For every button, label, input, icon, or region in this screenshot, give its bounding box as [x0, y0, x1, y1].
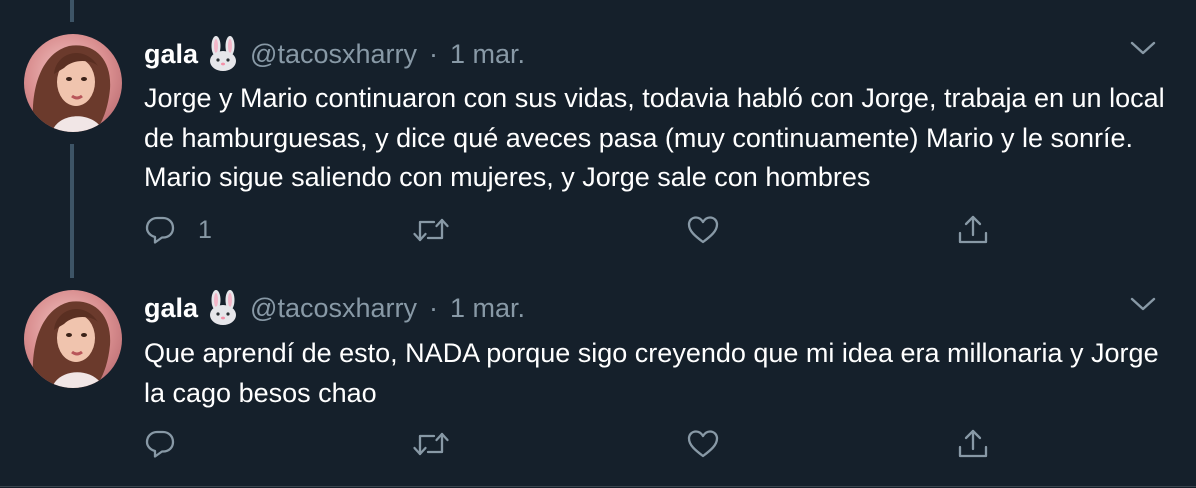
tweet-date[interactable]: 1 mar.: [450, 39, 525, 70]
share-button[interactable]: [956, 424, 990, 464]
heart-icon: [686, 214, 720, 246]
share-icon: [956, 427, 990, 461]
reply-icon: [144, 428, 176, 460]
tweet-header: gala @tacosxharry · 1 mar.: [144, 36, 525, 72]
thread-connector-line: [70, 0, 74, 22]
retweet-button[interactable]: [412, 210, 450, 250]
tweet-date[interactable]: 1 mar.: [450, 293, 525, 324]
share-button[interactable]: [956, 210, 990, 250]
chevron-down-icon[interactable]: [1128, 294, 1158, 314]
retweet-button[interactable]: [412, 424, 450, 464]
chevron-down-icon[interactable]: [1128, 38, 1158, 58]
rabbit-face-emoji-icon: [206, 36, 240, 72]
user-handle[interactable]: @tacosxharry: [250, 293, 417, 324]
user-handle[interactable]: @tacosxharry: [250, 39, 417, 70]
retweet-icon: [412, 214, 450, 246]
reply-button[interactable]: [144, 424, 198, 464]
reply-button[interactable]: 1: [144, 210, 212, 250]
avatar[interactable]: [24, 290, 122, 388]
separator-dot: ·: [429, 292, 438, 323]
share-icon: [956, 213, 990, 247]
rabbit-face-emoji-icon: [206, 290, 240, 326]
heart-icon: [686, 428, 720, 460]
like-button[interactable]: [686, 210, 720, 250]
tweet-thread: gala @tacosxharry · 1 mar. Jorge y Mario…: [0, 0, 1196, 488]
tweet-text: Que aprendí de esto, NADA porque sigo cr…: [144, 338, 1159, 408]
tweet[interactable]: gala @tacosxharry · 1 mar.: [0, 0, 1196, 278]
display-name[interactable]: gala: [144, 39, 198, 70]
tweet-header: gala @tacosxharry · 1 mar.: [144, 290, 525, 326]
display-name[interactable]: gala: [144, 293, 198, 324]
tweet-text: Jorge y Mario continuaron con sus vidas,…: [144, 83, 1165, 192]
tweet-actions: 1: [144, 210, 1044, 250]
separator-dot: ·: [429, 38, 438, 69]
like-button[interactable]: [686, 424, 720, 464]
tweet-actions: [144, 424, 1044, 464]
thread-connector-line: [70, 144, 74, 278]
avatar[interactable]: [24, 34, 122, 132]
tweet[interactable]: gala @tacosxharry · 1 mar.: [0, 278, 1196, 487]
reply-count: 1: [198, 215, 212, 244]
retweet-icon: [412, 428, 450, 460]
reply-icon: [144, 214, 176, 246]
